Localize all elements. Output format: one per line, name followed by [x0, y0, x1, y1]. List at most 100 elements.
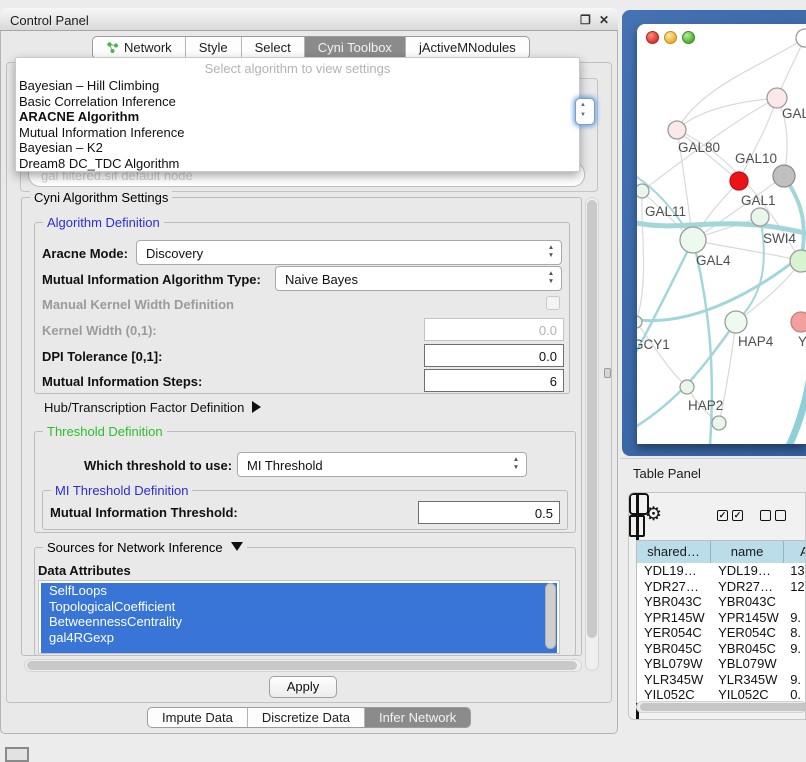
minimize-window-icon[interactable]: [664, 31, 677, 44]
table-row[interactable]: YER054C YER054C 8.: [637, 625, 806, 641]
screen: Control Panel ❐ ✕ Network Style Select C…: [0, 0, 806, 762]
node-label: HAP4: [738, 334, 774, 349]
select-all-checkbox-icon[interactable]: ✓: [717, 510, 728, 521]
node-label: HAP2: [688, 398, 723, 413]
mi-steps-field[interactable]: 6: [424, 369, 564, 392]
algorithm-popup-item[interactable]: Bayesian – K2: [19, 140, 576, 156]
close-panel-icon[interactable]: ✕: [599, 13, 609, 27]
float-window-icon[interactable]: ❐: [580, 13, 591, 27]
select-all-checkbox-icon[interactable]: ✓: [732, 510, 743, 521]
settings-vertical-scrollbar[interactable]: [585, 197, 599, 671]
minimized-panel-icon[interactable]: [5, 747, 29, 762]
table-row[interactable]: YPR145W YPR145W 9.: [637, 610, 806, 626]
column-header-shared-name[interactable]: shared…: [637, 541, 711, 563]
node-label: SWI4: [763, 231, 796, 246]
mi-algorithm-type-label: Mutual Information Algorithm Type:: [42, 272, 261, 287]
table-row[interactable]: YBL079W YBL079W: [637, 656, 806, 672]
algorithm-popup-placeholder: Select algorithm to view settings: [16, 61, 579, 76]
node-label: Y: [798, 334, 806, 349]
table-panel: ⚙ ✓ ✓ shared… name A YDL19… YDL19… 13 YD…: [628, 492, 806, 720]
table-panel-title: Table Panel: [633, 466, 701, 481]
table-row[interactable]: YDR27… YDR27… 12: [637, 579, 806, 595]
combo-stepper-icon: ▲▼: [546, 244, 556, 260]
which-threshold-label: Which threshold to use:: [84, 458, 232, 473]
algorithm-popup-list: Bayesian – Hill ClimbingBasic Correlatio…: [19, 78, 576, 171]
settings-horizontal-scrollbar[interactable]: [24, 659, 582, 672]
tab-network[interactable]: Network: [93, 37, 186, 58]
tab-style[interactable]: Style: [186, 37, 242, 58]
deselect-all-checkbox-icon[interactable]: [775, 510, 786, 521]
network-view-canvas[interactable]: GAL GAL80 GAL10 GAL1 GAL11 GAL4 SWI4 GCY…: [637, 24, 806, 444]
network-node: [637, 316, 642, 328]
network-node: [790, 250, 806, 272]
algorithm-popup-item[interactable]: Dream8 DC_TDC Algorithm: [19, 156, 576, 172]
column-header-name[interactable]: name: [711, 541, 784, 563]
column-header-partial[interactable]: A: [784, 541, 806, 563]
panel-divider-handle[interactable]: [604, 368, 611, 378]
algorithm-popup-item[interactable]: Basic Correlation Inference: [19, 94, 576, 110]
table-row[interactable]: YBR043C YBR043C: [637, 594, 806, 610]
network-node: [725, 311, 747, 333]
kernel-width-label: Kernel Width (0,1):: [42, 323, 157, 338]
algorithm-combobox-stepper[interactable]: ▲ ▼: [575, 98, 595, 125]
network-node: [796, 29, 806, 47]
table-header-row: shared… name A: [637, 541, 806, 563]
algorithm-popup-item[interactable]: Bayesian – Hill Climbing: [19, 78, 576, 94]
tab-cyni-toolbox[interactable]: Cyni Toolbox: [305, 37, 406, 58]
combo-stepper-icon: ▲▼: [546, 270, 556, 286]
zoom-window-icon[interactable]: [682, 31, 695, 44]
table-horizontal-scrollbar[interactable]: [636, 701, 806, 713]
network-graph: GAL GAL80 GAL10 GAL1 GAL11 GAL4 SWI4 GCY…: [637, 24, 806, 444]
combo-stepper-icon: ▲▼: [511, 456, 521, 472]
node-label: GAL: [782, 106, 806, 121]
table-row[interactable]: YBR045C YBR045C 9.: [637, 641, 806, 657]
dpi-tolerance-field[interactable]: 0.0: [424, 344, 564, 367]
mi-threshold-label: Mutual Information Threshold:: [50, 505, 238, 520]
manual-kernel-checkbox[interactable]: [546, 296, 560, 310]
table-row[interactable]: YDL19… YDL19… 13: [637, 563, 806, 579]
attribute-list-item[interactable]: SelfLoops: [41, 583, 557, 599]
network-node: [680, 380, 694, 394]
network-node: [767, 88, 787, 108]
expander-arrow-icon: [252, 401, 261, 413]
tab-jactivemnodules[interactable]: jActiveMNodules: [406, 37, 529, 58]
kernel-width-field[interactable]: 0.0: [424, 318, 564, 341]
attribute-list-item[interactable]: TopologicalCoefficient: [41, 599, 557, 615]
hub-definition-expander[interactable]: Hub/Transcription Factor Definition: [44, 400, 261, 415]
algorithm-popup-item[interactable]: ARACNE Algorithm: [19, 109, 576, 125]
mi-threshold-field[interactable]: 0.5: [418, 501, 560, 524]
data-attributes-list[interactable]: SelfLoopsTopologicalCoefficientBetweenne…: [38, 580, 560, 654]
mi-algorithm-type-combobox[interactable]: Naive Bayes ▲▼: [275, 266, 562, 291]
control-panel-tabbar: Network Style Select Cyni Toolbox jActiv…: [92, 36, 530, 59]
network-node: [680, 227, 706, 253]
tab-infer-network[interactable]: Infer Network: [365, 708, 470, 727]
which-threshold-combobox[interactable]: MI Threshold ▲▼: [237, 452, 527, 477]
manual-kernel-label: Manual Kernel Width Definition: [42, 297, 234, 312]
tab-discretize-data[interactable]: Discretize Data: [248, 708, 365, 727]
node-label: GAL10: [735, 151, 777, 166]
close-window-icon[interactable]: [646, 31, 659, 44]
table-row[interactable]: YLR345W YLR345W 9.: [637, 672, 806, 688]
algorithm-popup-item[interactable]: Mutual Information Inference: [19, 125, 576, 141]
network-tab-icon: [106, 41, 119, 54]
deselect-all-checkbox-icon[interactable]: [760, 510, 771, 521]
selected-attributes-block: SelfLoopsTopologicalCoefficientBetweenne…: [41, 583, 557, 653]
gear-icon[interactable]: ⚙: [645, 503, 662, 526]
attribute-list-item[interactable]: gal4RGexp: [41, 630, 557, 646]
data-attributes-label: Data Attributes: [38, 563, 131, 578]
node-label: GCY1: [637, 337, 670, 352]
attribute-list-item[interactable]: BetweennessCentrality: [41, 614, 557, 630]
apply-button[interactable]: Apply: [269, 676, 337, 698]
network-node: [751, 208, 769, 226]
sources-group-title[interactable]: Sources for Network Inference: [43, 540, 247, 555]
attribute-list-scrollbar[interactable]: [545, 583, 556, 649]
aracne-mode-combobox[interactable]: Discovery ▲▼: [136, 240, 562, 265]
network-node: [637, 184, 649, 198]
algorithm-definition-title: Algorithm Definition: [43, 215, 164, 230]
tab-select[interactable]: Select: [242, 37, 305, 58]
network-node: [712, 416, 726, 430]
network-node: [791, 312, 806, 332]
control-panel-title: Control Panel: [10, 13, 89, 28]
tab-impute-data[interactable]: Impute Data: [148, 708, 248, 727]
control-panel-titlebar: [0, 8, 618, 31]
